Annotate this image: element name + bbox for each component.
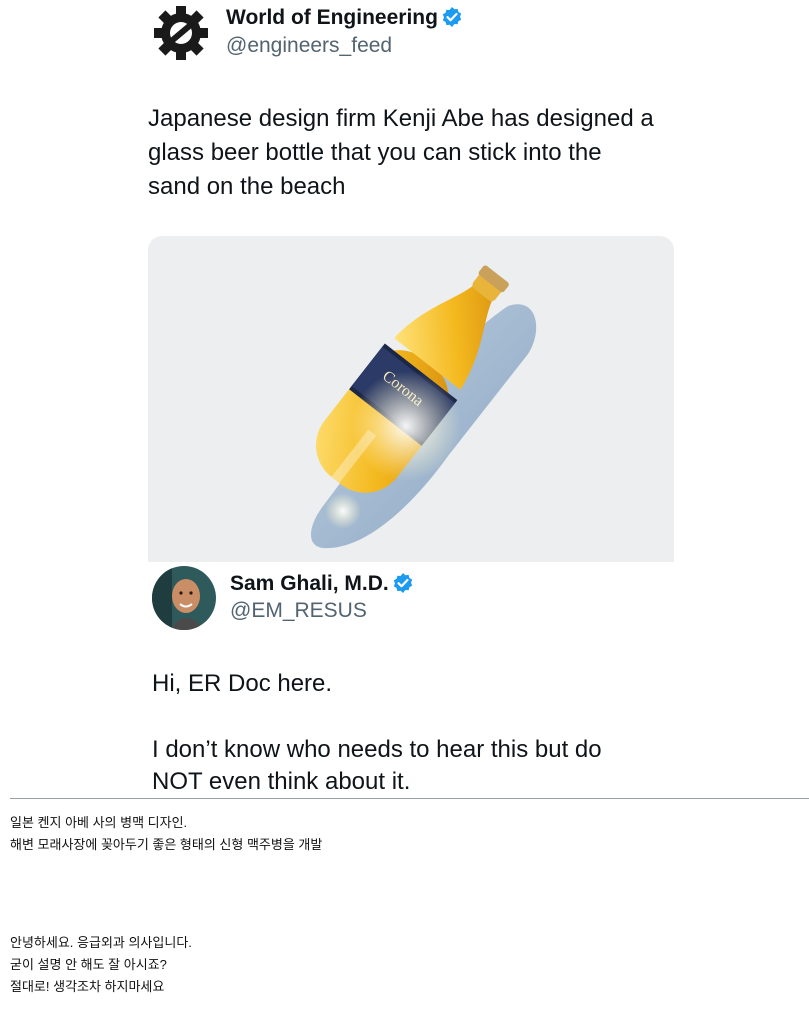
caption-line: 일본 켄지 아베 사의 병맥 디자인. xyxy=(10,815,188,830)
tweet2-text-line: I don’t know who needs to hear this but … xyxy=(152,736,602,763)
author-name[interactable]: World of Engineering xyxy=(226,6,462,30)
author-name-text[interactable]: Sam Ghali, M.D. xyxy=(230,572,389,595)
caption-line: 굳이 설명 안 해도 잘 아시죠? xyxy=(10,957,167,972)
tweet2-paragraph: Hi, ER Doc here. xyxy=(152,670,333,697)
caption-line: 절대로! 생각조차 하지마세요 xyxy=(10,979,165,994)
tweet1-text-line: Japanese design firm Kenji Abe has desig… xyxy=(148,105,654,132)
verified-badge-icon xyxy=(393,573,413,593)
author-handle[interactable]: @EM_RESUS xyxy=(230,599,367,623)
tweet2-text-line: NOT even think about it. xyxy=(152,768,411,795)
caption-block: 안녕하세요. 응급외과 의사입니다. 굳이 설명 안 해도 잘 아시죠? 절대로… xyxy=(10,932,192,998)
tweet1-header: World of Engineering @engineers_feed xyxy=(148,0,688,70)
divider xyxy=(10,798,809,799)
beer-bottle-photo: Corona xyxy=(310,265,537,549)
gear-logo-icon[interactable] xyxy=(152,4,210,62)
tweet1-text-line: glass beer bottle that you can stick int… xyxy=(148,139,602,166)
author-name[interactable]: Sam Ghali, M.D. xyxy=(230,572,413,596)
avatar[interactable] xyxy=(152,566,216,630)
tweet1-text: Japanese design firm Kenji Abe has desig… xyxy=(148,102,708,204)
caption-line: 해변 모래사장에 꽂아두기 좋은 형태의 신형 맥주병을 개발 xyxy=(10,837,323,852)
tweet1-text-line: sand on the beach xyxy=(148,173,346,200)
tweet2-header: Sam Ghali, M.D. @EM_RESUS xyxy=(148,562,688,632)
author-name-text[interactable]: World of Engineering xyxy=(226,6,438,29)
tweet1-media-image[interactable]: Corona xyxy=(148,236,674,562)
tweet2-paragraph: I don’t know who needs to hear this but … xyxy=(152,734,712,798)
caption-block: 일본 켄지 아베 사의 병맥 디자인. 해변 모래사장에 꽂아두기 좋은 형태의… xyxy=(10,812,322,856)
caption-line: 안녕하세요. 응급외과 의사입니다. xyxy=(10,935,192,950)
verified-badge-icon xyxy=(442,7,462,27)
author-handle[interactable]: @engineers_feed xyxy=(226,34,392,58)
